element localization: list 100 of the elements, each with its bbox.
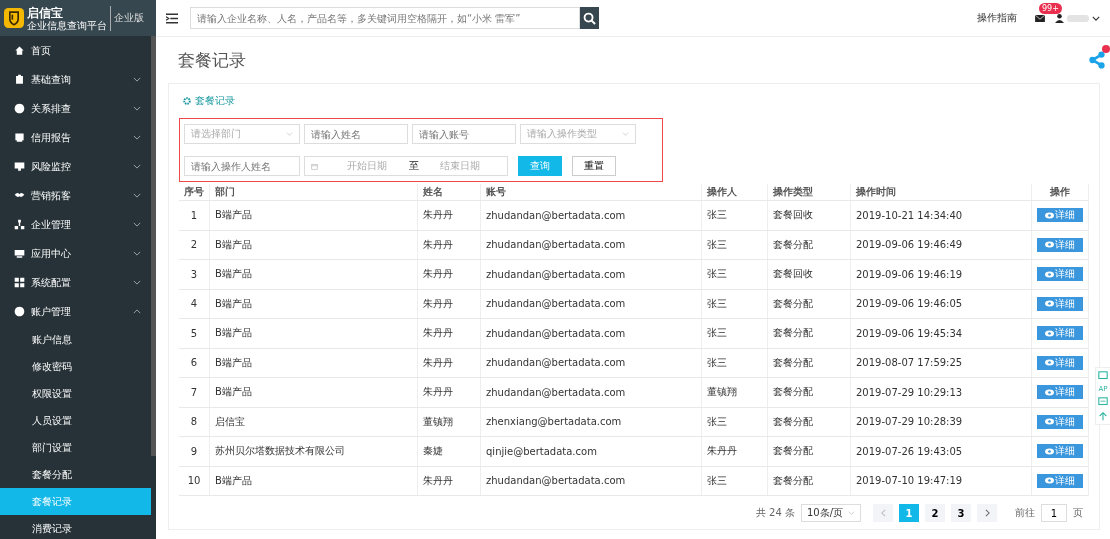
table-cell: 张三 <box>701 289 768 319</box>
reset-button[interactable]: 重置 <box>572 156 616 176</box>
mail-icon[interactable] <box>1035 14 1045 22</box>
page-button[interactable]: 2 <box>925 504 945 522</box>
table-cell: 2 <box>179 230 210 260</box>
sidebar-item[interactable]: 账户管理 <box>0 297 151 326</box>
chevron-icon <box>133 251 141 256</box>
date-range-field[interactable]: 开始日期 至 结束日期 <box>304 156 508 176</box>
page-button[interactable]: 3 <box>951 504 971 522</box>
input-field[interactable]: 请输入操作人姓名 <box>184 156 300 176</box>
table-cell: B端产品 <box>209 377 418 407</box>
eye-icon <box>1045 270 1054 278</box>
eye-icon <box>1045 329 1054 337</box>
table-cell: zhudandan@bertadata.com <box>480 259 702 289</box>
table-cell: 2019-07-10 19:47:19 <box>850 466 1032 496</box>
sidebar-item[interactable]: 信用报告 <box>0 123 151 152</box>
sidebar-subitem[interactable]: 修改密码 <box>0 353 151 380</box>
sidebar-subitem[interactable]: 部门设置 <box>0 434 151 461</box>
search-button[interactable] <box>580 7 599 29</box>
menu-icon <box>14 219 25 230</box>
sidebar-subitem[interactable]: 权限设置 <box>0 380 151 407</box>
sidebar-item[interactable]: 风险监控 <box>0 152 151 181</box>
sidebar-subitem[interactable]: 人员设置 <box>0 407 151 434</box>
sidebar-item[interactable]: 企业管理 <box>0 210 151 239</box>
table-cell: 张三 <box>701 318 768 348</box>
eye-icon <box>1045 241 1054 249</box>
chevron-icon[interactable] <box>1092 15 1100 21</box>
table-cell: 朱丹丹 <box>417 200 481 230</box>
table-cell: 朱丹丹 <box>417 377 481 407</box>
sidebar-item[interactable]: 应用中心 <box>0 239 151 268</box>
sidebar-item[interactable]: 系统配置 <box>0 268 151 297</box>
sidebar-subitem[interactable]: 套餐分配 <box>0 461 151 488</box>
table-cell: 张三 <box>701 259 768 289</box>
column-header: 操作 <box>1031 184 1089 201</box>
eye-icon <box>1045 211 1054 219</box>
mail-badge: 99+ <box>1039 2 1062 14</box>
table-cell: B端产品 <box>209 318 418 348</box>
sidebar-item[interactable]: 关系排查 <box>0 94 151 123</box>
chevron-icon <box>133 106 141 111</box>
table-cell: 张三 <box>701 200 768 230</box>
table-cell: B端产品 <box>209 200 418 230</box>
table-cell: 启信宝 <box>209 407 418 437</box>
table-cell: qinjie@bertadata.com <box>480 436 702 466</box>
table-cell: 张三 <box>701 348 768 378</box>
table-cell: 套餐分配 <box>767 436 851 466</box>
page-number-field[interactable]: 1 <box>1041 504 1067 522</box>
table-cell: 6 <box>179 348 210 378</box>
column-header: 操作人 <box>701 184 768 201</box>
chevron-right-icon <box>984 509 990 517</box>
table-cell: 7 <box>179 377 210 407</box>
share-icon[interactable] <box>1088 51 1106 69</box>
table-cell: zhudandan@bertadata.com <box>480 377 702 407</box>
brand-tagline: 企业信息查询平台 <box>27 19 107 31</box>
user-icon[interactable] <box>1055 13 1064 23</box>
table-cell: 套餐分配 <box>767 466 851 496</box>
table-cell: 套餐分配 <box>767 377 851 407</box>
table-cell: zhudandan@bertadata.com <box>480 200 702 230</box>
table-cell: 9 <box>179 436 210 466</box>
sidebar-subitem[interactable]: 消费记录 <box>0 515 151 539</box>
table-cell: zhudandan@bertadata.com <box>480 230 702 260</box>
table-cell: 张三 <box>701 466 768 496</box>
table-cell: B端产品 <box>209 348 418 378</box>
menu-icon <box>14 306 25 317</box>
table-cell: 套餐分配 <box>767 407 851 437</box>
next-page-button[interactable] <box>977 504 997 522</box>
table-cell: 5 <box>179 318 210 348</box>
table-cell: 套餐分配 <box>767 230 851 260</box>
sidebar-item[interactable]: 基础查询 <box>0 65 151 94</box>
table-cell: 朱丹丹 <box>701 436 768 466</box>
table-cell: 套餐回收 <box>767 259 851 289</box>
sidebar-subitem[interactable]: 账户信息 <box>0 326 151 353</box>
up-arrow-icon[interactable] <box>1098 411 1108 421</box>
table-cell: 2019-10-21 14:34:40 <box>850 200 1032 230</box>
table-cell: 2019-08-07 17:59:25 <box>850 348 1032 378</box>
input-field[interactable]: 请输入账号 <box>412 124 516 144</box>
table-cell: 董镇翔 <box>417 407 481 437</box>
table-cell: B端产品 <box>209 466 418 496</box>
table-cell: 2019-09-06 19:46:05 <box>850 289 1032 319</box>
search-field[interactable]: 请输入企业名称、人名，产品名等，多关键词用空格隔开，如“小米 雷军” <box>190 7 580 29</box>
table-cell: 套餐回收 <box>767 200 851 230</box>
table-cell: zhudandan@bertadata.com <box>480 466 702 496</box>
chevron-left-icon <box>880 509 886 517</box>
menu-icon <box>14 103 25 114</box>
table-cell: 朱丹丹 <box>417 348 481 378</box>
monitor-icon[interactable] <box>1098 371 1108 381</box>
table-cell: B端产品 <box>209 230 418 260</box>
sidebar-item[interactable]: 营销拓客 <box>0 181 151 210</box>
table-cell: 朱丹丹 <box>417 318 481 348</box>
table-cell: 朱丹丹 <box>417 230 481 260</box>
shield-logo-icon <box>4 8 24 28</box>
chat-icon[interactable] <box>1098 397 1108 407</box>
menu-toggle-icon[interactable] <box>166 12 178 24</box>
guide-link[interactable]: 操作指南 <box>977 11 1017 25</box>
eye-icon <box>1045 300 1054 308</box>
input-field[interactable]: 请输入姓名 <box>304 124 408 144</box>
chevron-icon <box>133 222 141 227</box>
table-cell: 张三 <box>701 230 768 260</box>
sidebar-item[interactable]: 首页 <box>0 36 151 65</box>
table-cell: 2019-09-06 19:45:34 <box>850 318 1032 348</box>
page-size-select[interactable]: 10条/页 <box>801 504 861 522</box>
